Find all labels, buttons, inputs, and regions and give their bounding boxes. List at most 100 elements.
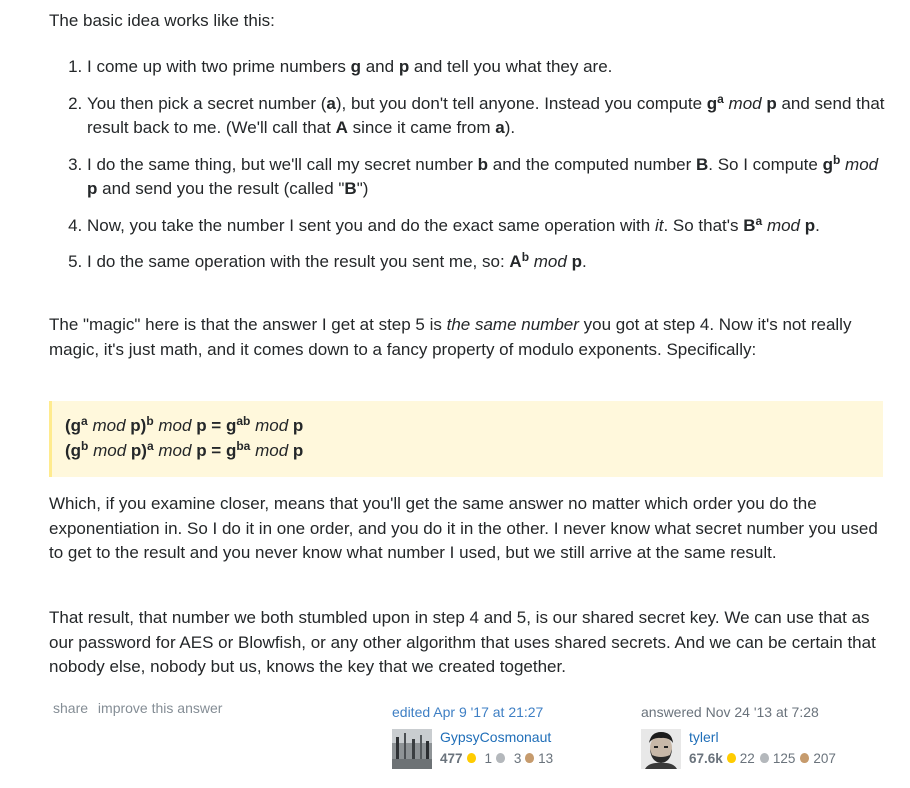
silver-badge: 125	[759, 750, 796, 766]
editor-user-card: GypsyCosmonaut 477 1 3 13	[392, 729, 558, 769]
emphasis: the same number	[446, 315, 579, 334]
step-text: .	[581, 252, 587, 271]
formula-part: p = g	[196, 416, 237, 435]
editor-name-link[interactable]: GypsyCosmonaut	[440, 729, 558, 748]
mod-text: mod	[529, 252, 572, 271]
var-A: A	[509, 252, 522, 271]
intro-text: The basic idea works like this:	[49, 11, 275, 30]
owner-avatar[interactable]	[641, 729, 681, 769]
owner-stats: 67.6k 22 125 207	[689, 748, 841, 768]
formula-line-1: (ga mod p)b mod p = gab mod p	[65, 413, 870, 438]
var-g: g	[350, 57, 361, 76]
mod-text: mod	[87, 416, 131, 435]
var-p: p	[571, 252, 582, 271]
step-4: Now, you take the number I sent you and …	[87, 214, 887, 239]
edited-timestamp-link[interactable]: edited Apr 9 '17 at 21:27	[392, 704, 558, 722]
step-text: ), but you don't tell anyone. Instead yo…	[335, 93, 707, 113]
reputation-score: 477	[440, 750, 463, 766]
badge-count: 3	[513, 750, 522, 766]
mod-text: mod	[840, 154, 879, 174]
mod-text: mod	[250, 416, 293, 435]
editor-avatar[interactable]	[392, 729, 432, 769]
gold-badge	[466, 753, 480, 763]
mod-text: mod	[88, 441, 131, 460]
mod-text: mod	[723, 93, 767, 113]
step-3: I do the same thing, but we'll call my s…	[87, 153, 887, 202]
step-text: . So that's	[663, 215, 744, 235]
formula-part: p)	[130, 441, 147, 460]
improve-answer-link[interactable]: improve this answer	[98, 700, 223, 716]
var-a: a	[495, 118, 505, 137]
step-5: I do the same operation with the result …	[87, 250, 887, 275]
var-p: p	[766, 93, 777, 113]
step-text: .	[815, 215, 820, 235]
step-text: Now, you take the number I sent you and …	[87, 215, 655, 235]
gold-badge-icon	[726, 753, 736, 763]
var-p: p	[87, 179, 98, 198]
step-text: I do the same thing, but we'll call my s…	[87, 154, 478, 174]
owner-user-card: tylerl 67.6k 22 125 207	[641, 729, 841, 769]
step-text: and send you the result (called "	[97, 179, 345, 198]
formula-part: (g	[65, 441, 82, 460]
para-text: The "magic" here is that the answer I ge…	[49, 315, 447, 334]
bronze-badge: 207	[800, 751, 836, 766]
badge-count: 22	[739, 750, 755, 766]
var-p: p	[398, 57, 410, 76]
share-link[interactable]: share	[53, 700, 88, 716]
step-text: You then pick a secret number (	[87, 93, 327, 113]
formula-part: p = g	[196, 441, 237, 460]
var-b: b	[477, 154, 489, 174]
step-2: You then pick a secret number (a), but y…	[87, 92, 887, 141]
reputation-score: 67.6k	[689, 750, 723, 766]
mod-text: mod	[762, 215, 805, 235]
owner-details: tylerl 67.6k 22 125 207	[689, 729, 841, 769]
silver-badge: 1	[485, 751, 509, 766]
gold-badge: 22	[726, 750, 755, 766]
formula-part: p	[292, 416, 304, 435]
exponent: b	[146, 414, 154, 428]
mod-text: mod	[153, 441, 197, 460]
exponent: a	[81, 414, 88, 428]
formula-part: p	[292, 441, 304, 460]
step-1: I come up with two prime numbers g and p…	[87, 55, 887, 80]
exponent: ba	[236, 439, 251, 453]
formula-line-2: (gb mod p)a mod p = gba mod p	[65, 438, 870, 463]
step-text: . So I compute	[708, 154, 823, 174]
step-text: and the computed number	[488, 154, 696, 174]
answered-timestamp-link[interactable]: answered Nov 24 '13 at 7:28	[641, 704, 841, 722]
formula-blockquote: (ga mod p)b mod p = gab mod p (gb mod p)…	[49, 401, 883, 477]
bronze-badge-icon	[800, 753, 810, 763]
owner-name-link[interactable]: tylerl	[689, 729, 841, 748]
badge-count: 125	[772, 750, 796, 766]
silver-badge-icon	[495, 753, 505, 763]
step-text: since it came from	[347, 118, 496, 137]
step-text: I come up with two prime numbers	[87, 57, 351, 76]
bronze-badge: 3 13	[514, 751, 553, 766]
owner-signature: answered Nov 24 '13 at 7:28 tylerl 67.6k…	[641, 704, 841, 769]
gold-badge-icon	[466, 753, 476, 763]
var-B: B	[695, 154, 709, 174]
exponent: a	[717, 91, 724, 106]
silver-badge-icon	[759, 753, 769, 763]
step-text: ")	[356, 179, 369, 198]
magic-paragraph: The "magic" here is that the answer I ge…	[49, 313, 859, 362]
exponent: a	[146, 439, 154, 453]
var-A: A	[335, 118, 348, 137]
badge-count: 1	[484, 750, 493, 766]
which-paragraph: Which, if you examine closer, means that…	[49, 494, 878, 562]
step-text: and	[361, 57, 399, 76]
step-text: I do the same operation with the result …	[87, 252, 510, 271]
var-a: a	[326, 93, 336, 113]
var-B: B	[344, 179, 357, 198]
post-menu: share improve this answer	[53, 700, 228, 716]
formula-part: p)	[130, 416, 147, 435]
badge-count: 13	[538, 750, 554, 766]
step-text: ).	[504, 118, 516, 137]
var-p: p	[804, 215, 816, 235]
var-g: g	[822, 154, 833, 174]
mod-text: mod	[250, 441, 293, 460]
editor-stats: 477 1 3 13	[440, 748, 558, 768]
step-text: and tell you what they are.	[409, 57, 613, 76]
badge-count: 207	[813, 750, 836, 766]
editor-signature: edited Apr 9 '17 at 21:27 GypsyCosmonaut…	[392, 704, 558, 769]
